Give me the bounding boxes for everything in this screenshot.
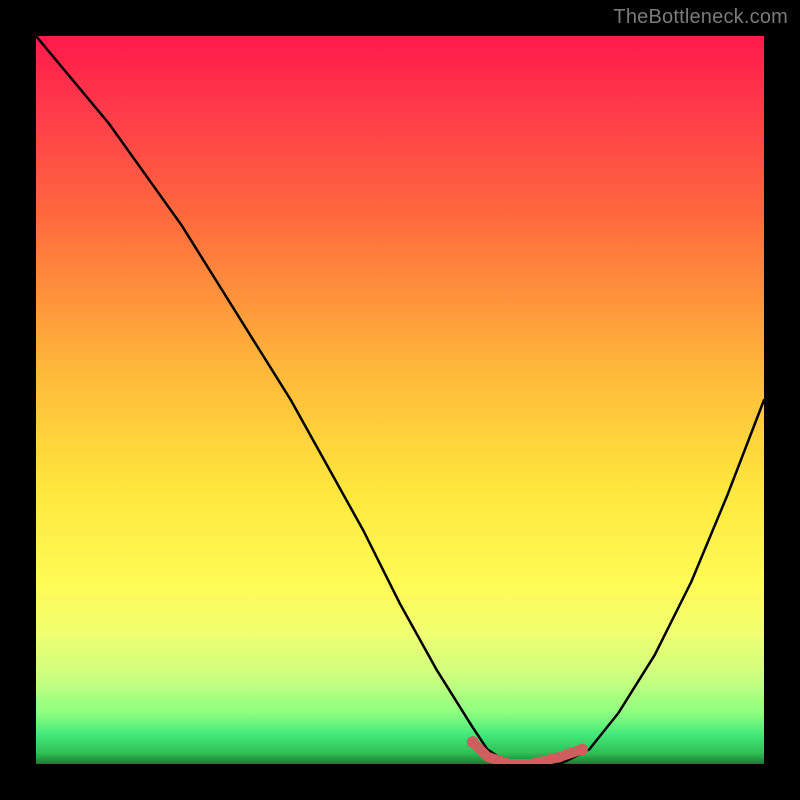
bottleneck-curve (36, 36, 764, 764)
curve-svg (36, 36, 764, 764)
chart-container: TheBottleneck.com (0, 0, 800, 800)
attribution-text: TheBottleneck.com (613, 6, 788, 29)
plot-area (36, 36, 764, 764)
valley-dot-right (576, 743, 588, 755)
valley-dot-left (467, 736, 479, 748)
